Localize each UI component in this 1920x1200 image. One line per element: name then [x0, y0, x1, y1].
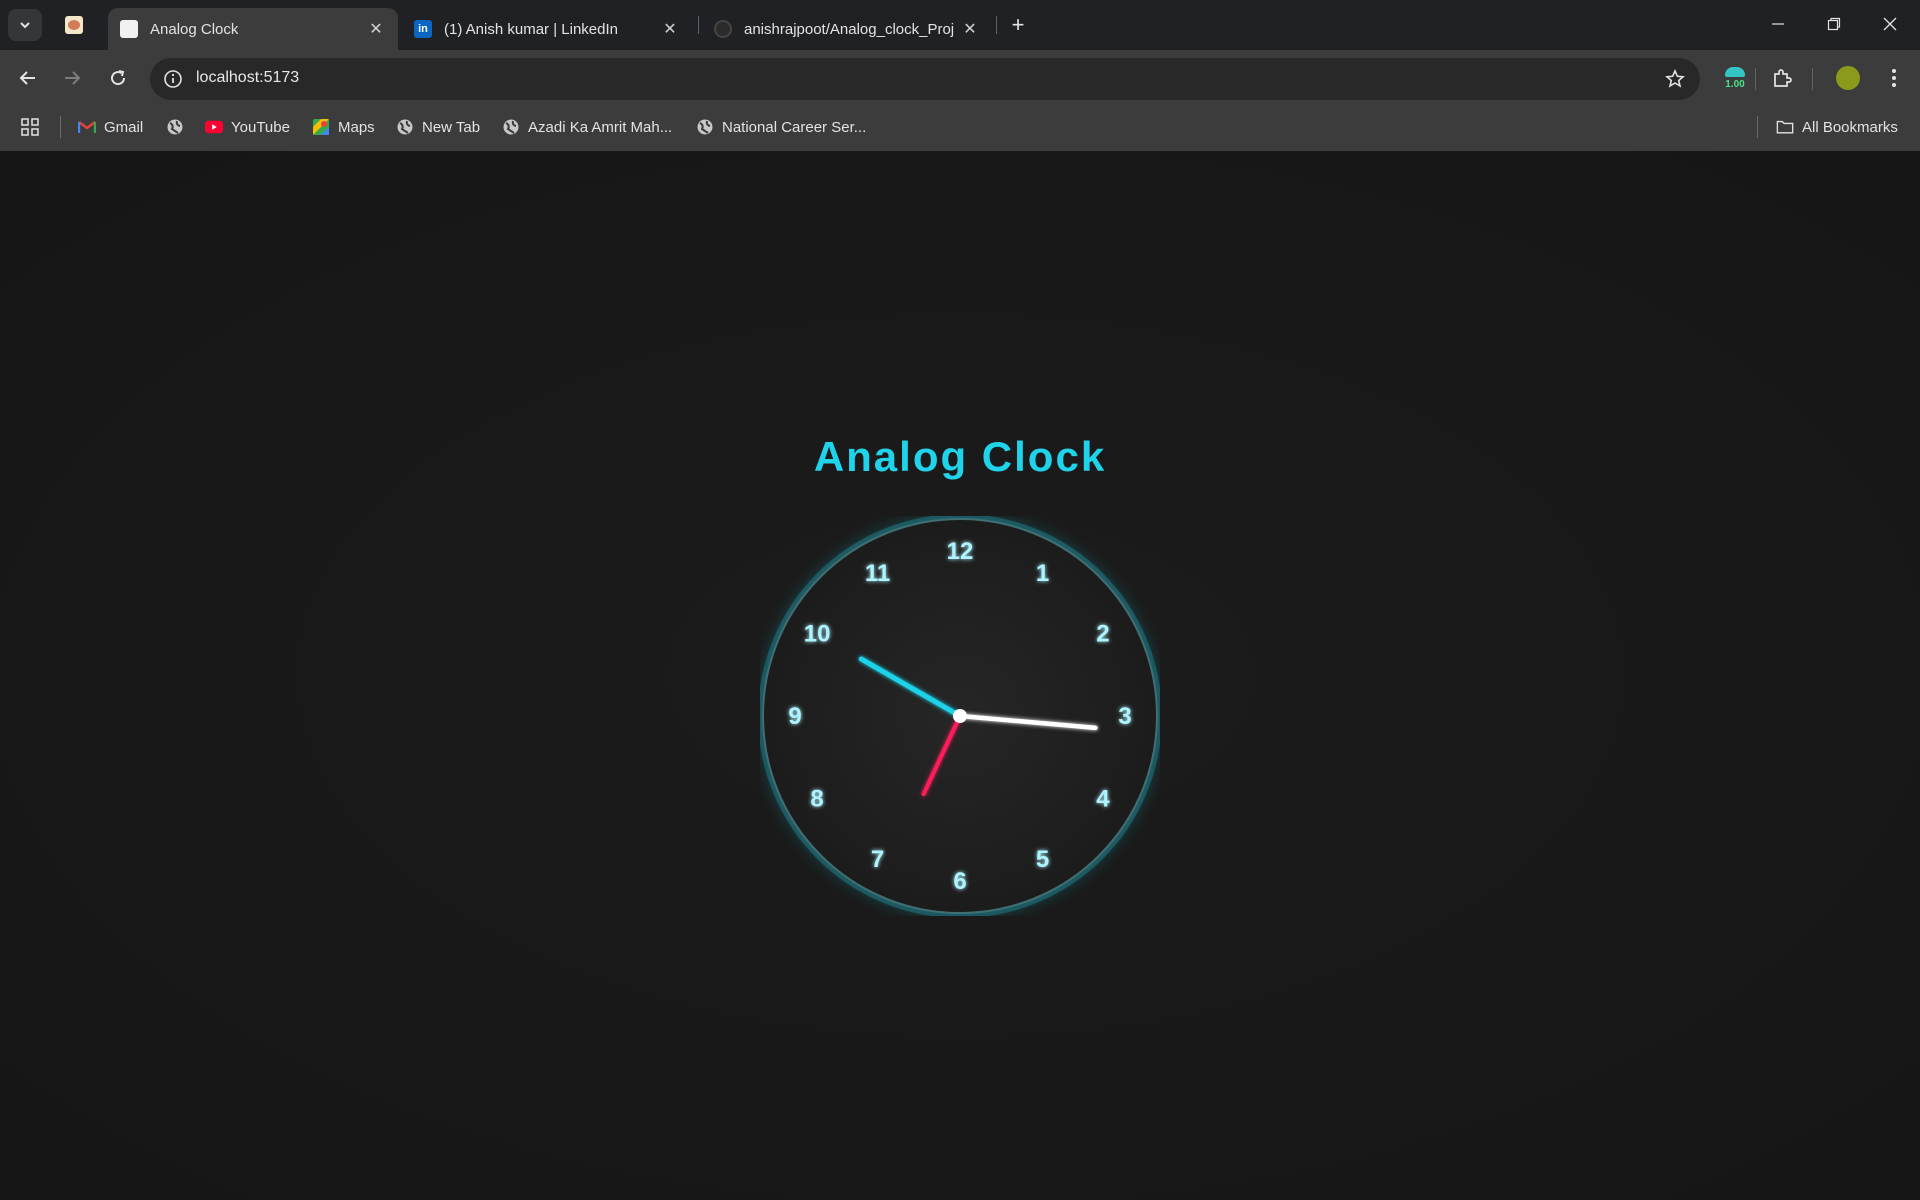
info-icon[interactable] — [162, 68, 184, 90]
clock-number-10: 10 — [804, 621, 831, 648]
tab-title: Analog Clock — [150, 20, 239, 38]
analog-clock: 121234567891011 — [760, 516, 1160, 916]
tab-title: anishrajpoot/Analog_clock_Proj — [744, 20, 955, 38]
extension-speed-button[interactable]: 1.00 — [1722, 65, 1748, 95]
tab-separator — [996, 16, 997, 34]
bookmark-gmail[interactable]: Gmail — [78, 112, 143, 142]
clock-number-5: 5 — [1036, 846, 1049, 873]
page-content: Analog Clock 12 1 2 3 4 5 6 7 8 9 10 11 — [0, 151, 1920, 1200]
new-tab-button[interactable]: + — [1004, 11, 1032, 39]
restore-button[interactable] — [1806, 0, 1862, 48]
bookmark-new-tab[interactable]: New Tab — [396, 112, 480, 142]
address-text[interactable]: localhost:5173 — [196, 69, 299, 87]
close-icon — [1883, 17, 1897, 31]
close-icon[interactable]: ✕ — [366, 19, 386, 39]
globe-icon — [502, 118, 520, 136]
clock-number-7: 7 — [871, 846, 884, 873]
tab-search-button[interactable] — [8, 9, 42, 41]
arrow-right-icon — [65, 71, 81, 85]
more-vertical-icon — [1892, 69, 1896, 87]
toolbar-separator — [1755, 68, 1756, 90]
chevron-down-icon — [20, 22, 30, 29]
youtube-icon — [205, 118, 223, 136]
tab-analog-clock[interactable]: Analog Clock ✕ — [108, 8, 398, 50]
maps-icon — [312, 118, 330, 136]
clock-center-pin — [953, 709, 967, 723]
bookmark-label: National Career Ser... — [722, 118, 867, 136]
star-icon[interactable] — [1664, 68, 1686, 90]
pinned-tab[interactable] — [56, 9, 92, 41]
all-bookmarks-button[interactable]: All Bookmarks — [1776, 112, 1898, 142]
extension-icon — [1725, 67, 1745, 77]
bookmark-label: Azadi Ka Amrit Mah... — [528, 118, 673, 136]
analog-clock-favicon — [120, 20, 138, 38]
bookmark-globe[interactable] — [166, 112, 192, 142]
bookmark-label: New Tab — [422, 118, 481, 136]
reload-button[interactable] — [100, 60, 136, 96]
extension-badge-text: 1.00 — [1725, 79, 1745, 90]
extensions-button[interactable] — [1768, 64, 1796, 92]
reload-icon — [111, 70, 126, 86]
clock-number-1: 1 — [1036, 560, 1049, 587]
github-icon — [714, 20, 732, 38]
clock-number-6: 6 — [953, 868, 966, 895]
close-icon[interactable]: ✕ — [660, 19, 680, 39]
tab-separator — [698, 16, 699, 34]
puzzle-icon — [1774, 69, 1792, 87]
bookmark-maps[interactable]: Maps — [312, 112, 375, 142]
bookmark-label: Maps — [338, 118, 375, 136]
back-button[interactable] — [10, 60, 46, 96]
tab-strip: Analog Clock ✕ in (1) Anish kumar | Link… — [0, 0, 1920, 50]
globe-icon — [396, 118, 414, 136]
close-window-button[interactable] — [1862, 0, 1918, 48]
clock-number-4: 4 — [1096, 786, 1110, 813]
minimize-icon — [1772, 23, 1784, 25]
gmail-icon — [78, 118, 96, 136]
page-title: Analog Clock — [813, 433, 1107, 480]
bookmark-label: YouTube — [231, 118, 290, 136]
clock-number-12: 12 — [947, 538, 974, 565]
bookmark-youtube[interactable]: YouTube — [205, 112, 290, 142]
folder-icon — [1776, 118, 1794, 136]
bookmark-ncs[interactable]: National Career Ser... — [696, 112, 866, 142]
tab-github[interactable]: anishrajpoot/Analog_clock_Proj ✕ — [702, 8, 992, 50]
profile-avatar[interactable] — [1836, 66, 1860, 90]
browser-toolbar: localhost:5173 1.00 Gmail YouTube Maps N… — [0, 50, 1920, 158]
clock-number-11: 11 — [865, 560, 890, 587]
clock-number-8: 8 — [810, 786, 823, 813]
linkedin-icon: in — [414, 20, 432, 38]
bookmarks-separator — [1757, 116, 1758, 138]
pinned-tab-favicon — [65, 16, 83, 34]
clock-number-2: 2 — [1096, 621, 1109, 648]
bookmarks-separator — [60, 116, 61, 138]
globe-icon — [696, 118, 714, 136]
minimize-button[interactable] — [1750, 0, 1806, 48]
bookmark-label: Gmail — [104, 118, 144, 136]
apps-grid-icon — [21, 118, 39, 136]
globe-icon — [166, 118, 184, 136]
all-bookmarks-label: All Bookmarks — [1802, 118, 1898, 136]
apps-button[interactable] — [20, 112, 40, 142]
bookmark-azadi[interactable]: Azadi Ka Amrit Mah... — [502, 112, 672, 142]
restore-icon — [1827, 17, 1841, 31]
tab-linkedin[interactable]: in (1) Anish kumar | LinkedIn ✕ — [402, 8, 692, 50]
toolbar-separator — [1812, 68, 1813, 90]
forward-button[interactable] — [54, 60, 90, 96]
tab-title: (1) Anish kumar | LinkedIn — [444, 20, 618, 38]
bookmarks-bar: Gmail YouTube Maps New Tab Azadi Ka Amri… — [0, 110, 1920, 150]
address-bar[interactable]: localhost:5173 — [150, 58, 1700, 100]
browser-menu-button[interactable] — [1880, 64, 1908, 92]
close-icon[interactable]: ✕ — [960, 19, 980, 39]
arrow-left-icon — [19, 71, 35, 85]
clock-number-3: 3 — [1118, 703, 1131, 730]
clock-number-9: 9 — [788, 703, 801, 730]
